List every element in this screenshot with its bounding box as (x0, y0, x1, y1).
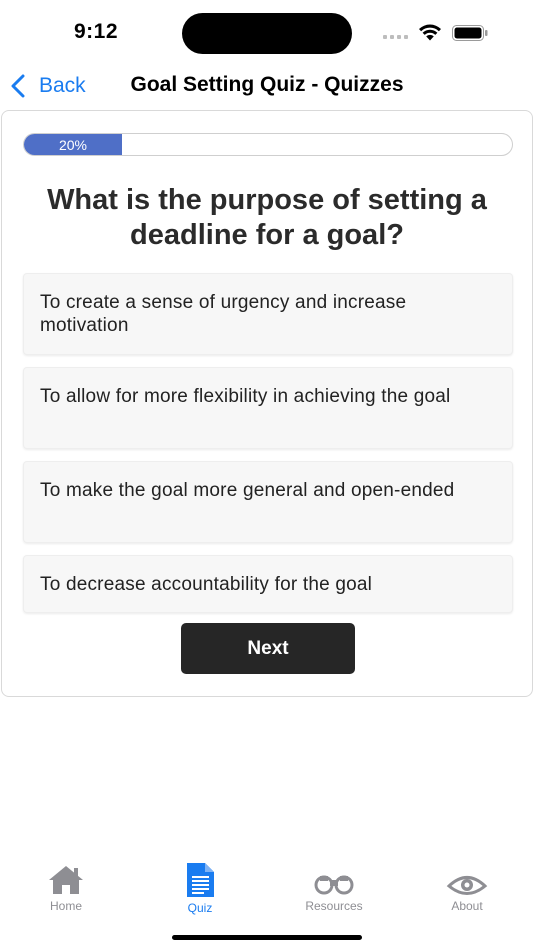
answer-options: To create a sense of urgency and increas… (23, 273, 513, 625)
tab-about[interactable]: About (417, 855, 517, 913)
home-icon (49, 866, 83, 894)
answer-option[interactable]: To allow for more flexibility in achievi… (23, 367, 513, 449)
tab-home-label: Home (49, 899, 82, 913)
tab-quiz-label: Quiz (187, 901, 213, 915)
wifi-icon (419, 24, 441, 41)
question-text: What is the purpose of setting a deadlin… (47, 184, 487, 251)
navigation-bar: Goal Setting Quiz - Quizzes Back (0, 64, 534, 108)
status-bar: 9:12 (0, 0, 534, 64)
answer-option[interactable]: To decrease accountability for the goal (23, 555, 513, 613)
chevron-left-icon (11, 74, 25, 98)
progress-label: 20% (58, 137, 88, 153)
cellular-signal-icon (383, 35, 411, 39)
eye-icon (446, 876, 488, 895)
tab-resources-label: Resources (305, 899, 363, 913)
tab-bar: Home Quiz Resources About (0, 855, 534, 915)
next-button[interactable]: Next (181, 623, 355, 674)
answer-option[interactable]: To create a sense of urgency and increas… (23, 273, 513, 355)
tab-home[interactable]: Home (16, 855, 116, 913)
home-indicator (172, 935, 362, 940)
tab-quiz[interactable]: Quiz (150, 855, 250, 915)
page-title-text: Goal Setting Quiz - Quizzes (130, 73, 404, 96)
status-time: 9:12 (74, 20, 119, 43)
progress-bar: 20% (23, 133, 513, 156)
document-icon (187, 863, 214, 897)
back-label: Back (39, 74, 86, 97)
back-button[interactable]: Back (10, 70, 86, 102)
dynamic-island (182, 13, 352, 54)
tab-about-label: About (451, 899, 483, 913)
progress-bar-fill: 20% (24, 134, 122, 155)
quiz-card: 20% What is the purpose of setting a dea… (1, 110, 533, 697)
tab-resources[interactable]: Resources (284, 855, 384, 913)
battery-icon (452, 25, 488, 41)
answer-option[interactable]: To make the goal more general and open-e… (23, 461, 513, 543)
binoculars-icon (314, 875, 354, 895)
